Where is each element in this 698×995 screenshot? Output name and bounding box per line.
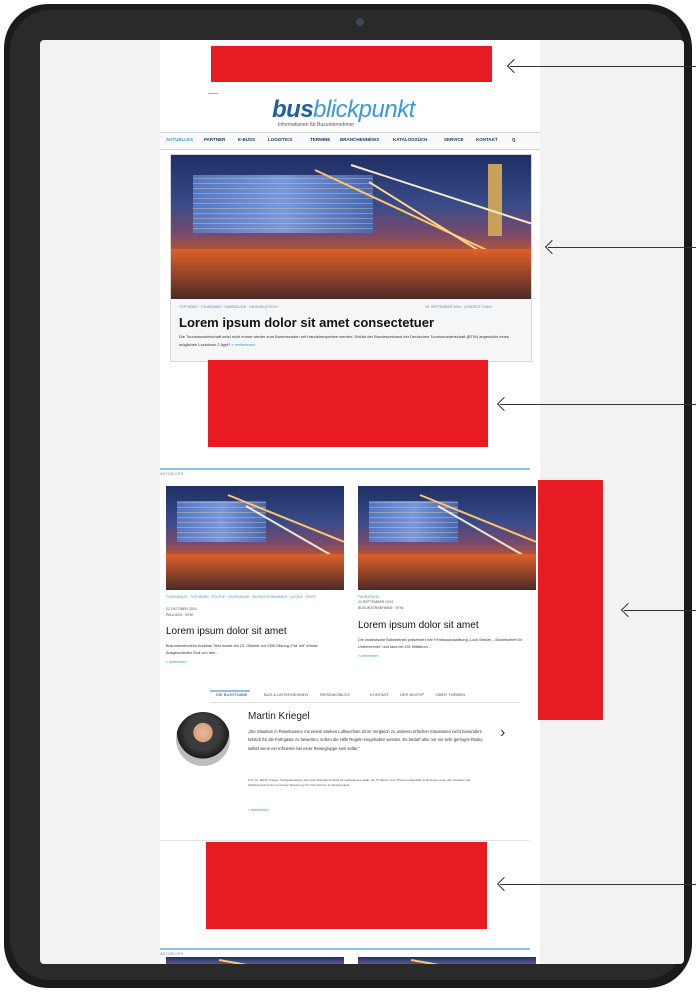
nav-item-aktuelles[interactable]: AKTUELLES xyxy=(166,137,193,142)
next-card-image[interactable] xyxy=(358,957,536,964)
section-divider xyxy=(160,840,530,841)
hero-image[interactable] xyxy=(171,155,531,299)
card-title[interactable]: Lorem ipsum dolor sit amet xyxy=(358,620,479,631)
card-text: Busunternehmerin Andreas Tietz wurde am … xyxy=(166,644,318,655)
nav-item-branchennews[interactable]: BRANCHENNEWS xyxy=(340,137,379,142)
ad-banner-bottom[interactable] xyxy=(206,842,487,929)
arrow-left-icon xyxy=(548,247,696,248)
tab-reisemobiles[interactable]: REISEMOBILES xyxy=(320,692,350,697)
arrow-left-icon xyxy=(510,66,696,67)
search-icon[interactable]: Q xyxy=(512,137,516,142)
next-section-label: AKTUELLES xyxy=(160,951,184,956)
hero-title[interactable]: Lorem ipsum dolor sit amet consectetuer xyxy=(179,315,434,330)
camera-icon xyxy=(356,18,364,26)
quote-author-name: Martin Kriegel xyxy=(248,711,310,722)
topic-tabs: DIE BUSSTIMME BUS & UNTERNEHMEN REISEMOB… xyxy=(210,690,520,703)
ad-banner-top[interactable] xyxy=(211,46,492,82)
site-tagline: Informationen für Busunternehmer xyxy=(278,122,355,128)
logo-light: blickpunkt xyxy=(313,96,415,123)
card-author: PAULSEN · BTW xyxy=(166,613,193,617)
avatar xyxy=(176,712,230,766)
hero-text: Die Tourismuswirtschaft setzt nicht imme… xyxy=(179,334,509,347)
arrow-left-icon xyxy=(624,610,696,611)
ad-skyscraper[interactable] xyxy=(538,480,603,720)
card-title[interactable]: Lorem ipsum dolor sit amet xyxy=(166,626,287,637)
card-date: 22 OKTOBER 2024 xyxy=(166,607,197,611)
nav-item-partner[interactable]: PARTNER xyxy=(204,137,225,142)
quote-attribution: Prof. Dr. Martin Kriegel, Fachgebietslei… xyxy=(248,778,471,787)
card-read-more-link[interactable]: » weiterlesen xyxy=(166,660,187,664)
card-date: 21 SEPTEMBER 2024 xyxy=(358,600,394,604)
tab-bustip[interactable]: DER BUSTIP xyxy=(400,692,424,697)
card-author: BUSUNTERNEHMEN · BTW xyxy=(358,606,404,610)
arrow-left-icon xyxy=(500,404,696,405)
nav-item-ebuss[interactable]: E-BUSS xyxy=(238,137,255,142)
quote-read-more-link[interactable]: » weiterlesen xyxy=(248,808,269,812)
chevron-right-icon[interactable]: › xyxy=(500,724,505,742)
nav-item-service[interactable]: SERVICE xyxy=(444,137,464,142)
quote-text: „Die Situation in Reisebussen mit einem … xyxy=(248,729,484,751)
section-rule xyxy=(160,468,530,470)
tab-bus-unternehmen[interactable]: BUS & UNTERNEHMEN xyxy=(264,692,308,697)
card-image[interactable] xyxy=(358,486,536,590)
section-label: AKTUELLES xyxy=(160,471,184,476)
active-tab-indicator xyxy=(210,690,250,692)
hero-meta: 25. SEPTEMBER 2024 · LESEZEIT: 3 MIN xyxy=(425,305,492,309)
hero-categories[interactable]: TOP NEWS · TOURISMUS · FAHRZEUGE · FAHRZ… xyxy=(179,305,278,309)
card-read-more-link[interactable]: » weiterlesen xyxy=(358,654,379,658)
nav-item-katalogsuche[interactable]: KATALOGSÜCH xyxy=(393,137,427,142)
main-navigation: AKTUELLES PARTNER E-BUSS LOGISTICS TERMI… xyxy=(160,132,540,150)
hero-article[interactable]: TOP NEWS · TOURISMUS · FAHRZEUGE · FAHRZ… xyxy=(170,154,532,362)
nav-item-termine[interactable]: TERMINE xyxy=(310,137,330,142)
arrow-left-icon xyxy=(500,884,696,885)
next-card-image[interactable] xyxy=(166,957,344,964)
card-tags[interactable]: TOURISMUS · TOP NEWS · POLITIK · FAHRZEU… xyxy=(166,594,344,600)
ad-banner-middle[interactable] xyxy=(208,360,488,447)
tab-ueber-themen[interactable]: ÜBER THEMEN xyxy=(436,692,465,697)
hero-read-more-link[interactable]: » weiterlesen xyxy=(232,342,256,347)
nav-item-logistics[interactable]: LOGISTICS xyxy=(268,137,292,142)
nav-item-kontakt[interactable]: KONTAKT xyxy=(476,137,498,142)
logo-bold: bus xyxy=(272,96,314,123)
web-page: busblickpunkt Informationen für Busunter… xyxy=(160,40,540,964)
next-section-rule xyxy=(160,948,530,950)
hero-teaser: Die Tourismuswirtschaft setzt nicht imme… xyxy=(179,333,524,349)
card-text: Die ostdeutsche Bahnbetrieb präsentiert … xyxy=(358,638,522,649)
header-divider xyxy=(208,93,218,94)
card-image[interactable] xyxy=(166,486,344,590)
tab-busstimme[interactable]: DIE BUSSTIMME xyxy=(216,692,248,697)
tab-kontakt[interactable]: KONTAKT xyxy=(370,692,389,697)
